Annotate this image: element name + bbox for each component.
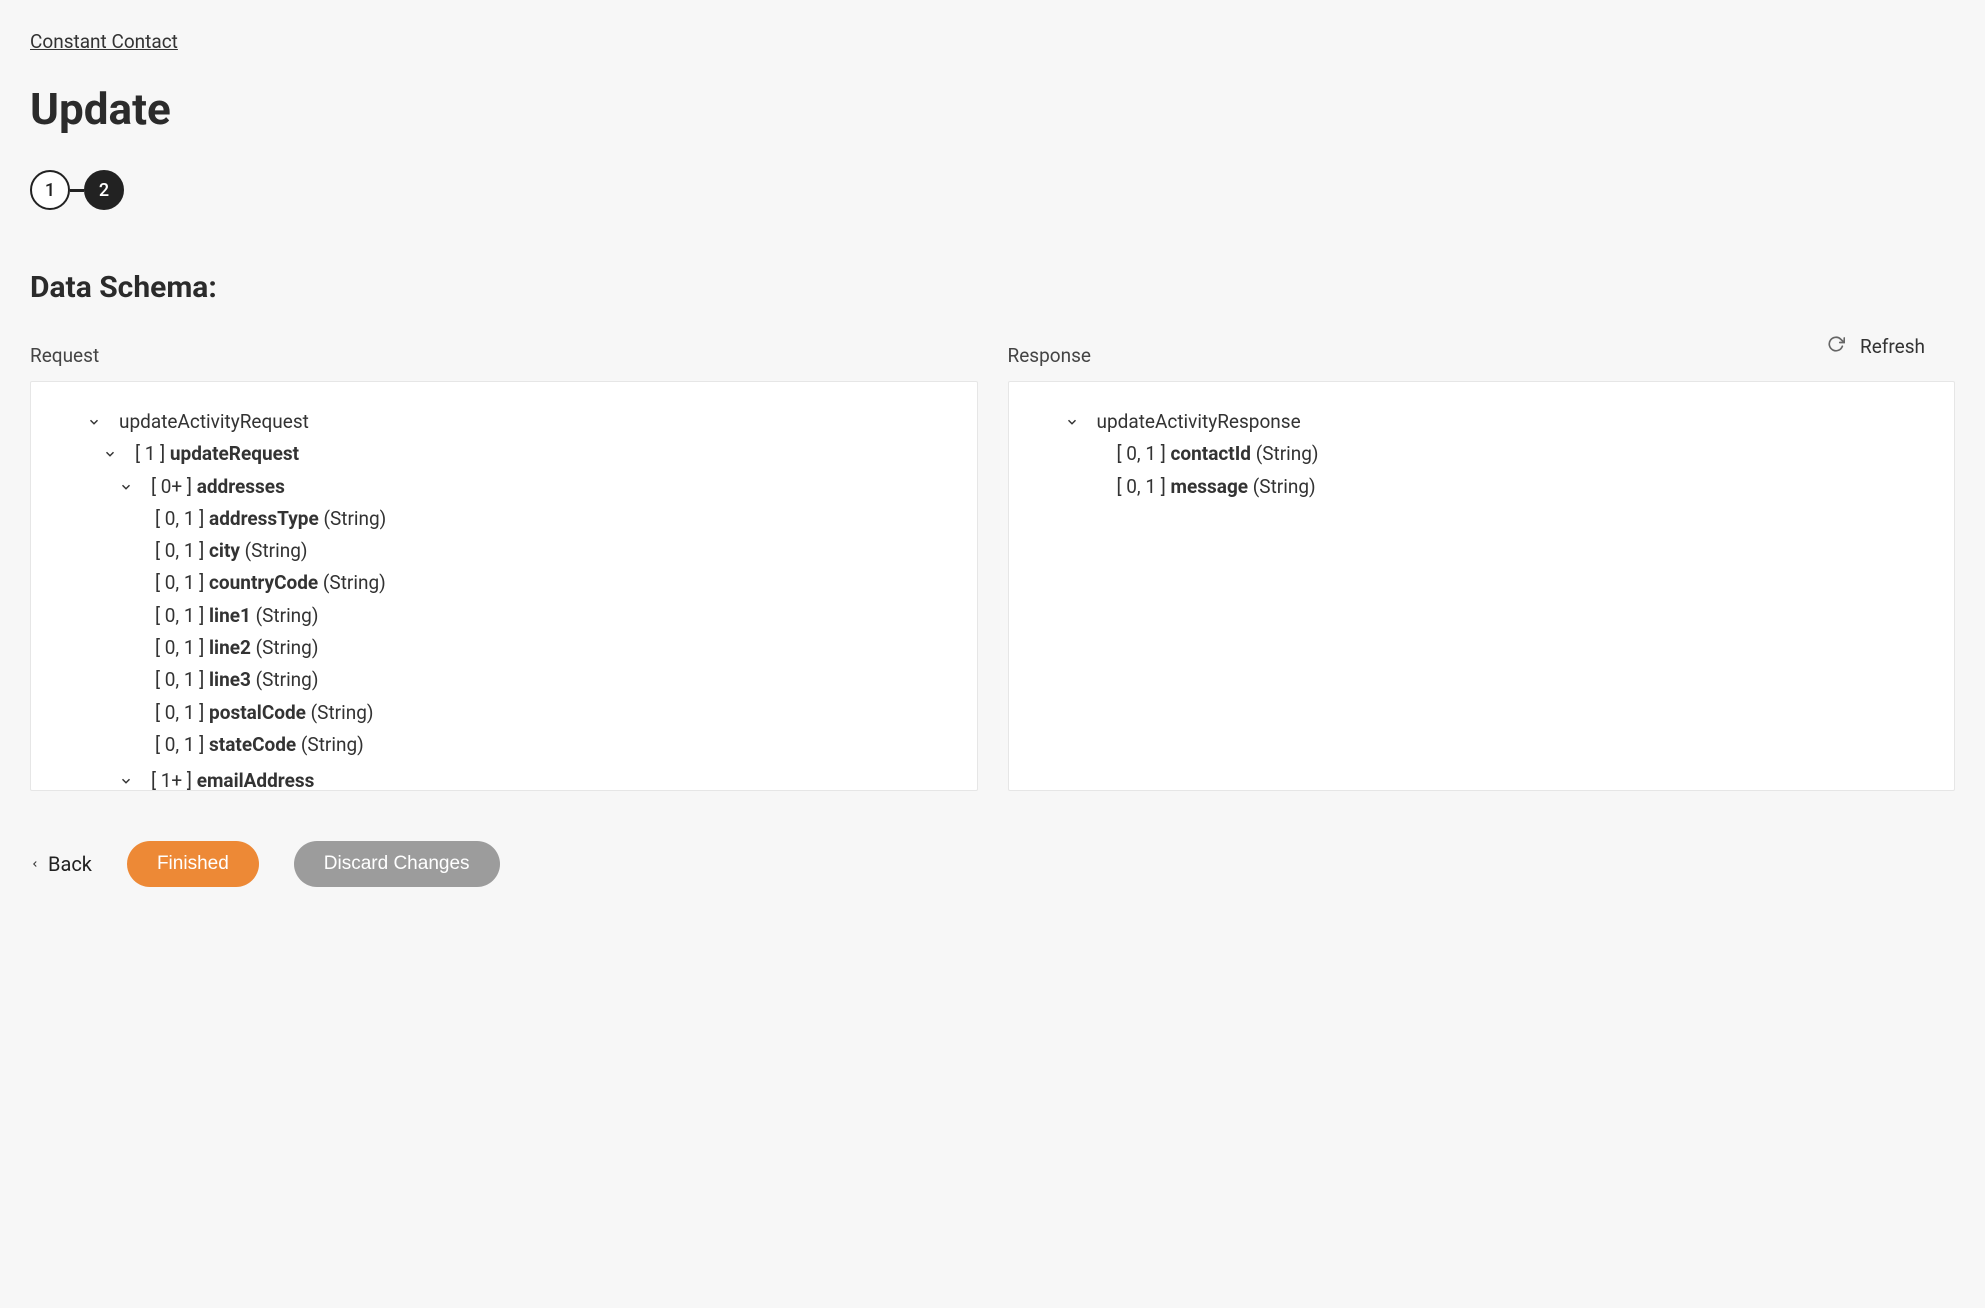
leaf-name: addressType: [209, 507, 319, 530]
tree-node-name: updateRequest: [170, 442, 299, 465]
chevron-down-icon[interactable]: [1065, 415, 1079, 429]
leaf-name: stateCode: [209, 733, 296, 756]
leaf-type: (String): [1253, 475, 1316, 498]
request-label: Request: [30, 344, 978, 367]
back-label: Back: [48, 852, 92, 876]
chevron-down-icon[interactable]: [119, 480, 133, 494]
leaf-name: contactId: [1171, 442, 1251, 465]
tree-leaf[interactable]: [ 0, 1 ] postalCode (String): [51, 697, 957, 729]
tree-leaf[interactable]: [ 0, 1 ] line3 (String): [51, 664, 957, 696]
leaf-cardinality: [ 0, 1 ]: [155, 636, 204, 659]
discard-button[interactable]: Discard Changes: [294, 841, 500, 887]
page-title: Update: [30, 83, 1955, 135]
leaf-type: (String): [323, 571, 386, 594]
tree-node-label: updateActivityResponse: [1097, 406, 1301, 438]
tree-node-updaterequest[interactable]: [ 1 ] updateRequest: [51, 438, 957, 470]
leaf-name: message: [1171, 475, 1249, 498]
tree-node-label: updateActivityRequest: [119, 406, 309, 438]
leaf-name: city: [209, 539, 240, 562]
tree-leaf[interactable]: [ 0, 1 ] line2 (String): [51, 632, 957, 664]
leaf-cardinality: [ 0, 1 ]: [155, 668, 204, 691]
step-1[interactable]: 1: [30, 170, 70, 210]
tree-node-name: emailAddress: [197, 769, 315, 791]
leaf-cardinality: [ 0, 1 ]: [155, 604, 204, 627]
leaf-cardinality: [ 0, 1 ]: [1117, 475, 1166, 498]
step-2[interactable]: 2: [84, 170, 124, 210]
stepper: 1 2: [30, 170, 1955, 210]
leaf-cardinality: [ 0, 1 ]: [155, 507, 204, 530]
tree-node-partial[interactable]: [ 1+ ] emailAddress: [51, 765, 957, 791]
leaf-name: countryCode: [209, 571, 318, 594]
chevron-down-icon[interactable]: [119, 774, 133, 788]
tree-leaf[interactable]: [ 0, 1 ] city (String): [51, 535, 957, 567]
leaf-name: line1: [209, 604, 251, 627]
leaf-type: (String): [256, 668, 319, 691]
leaf-type: (String): [311, 701, 374, 724]
chevron-left-icon: [30, 852, 40, 876]
tree-leaf[interactable]: [ 0, 1 ] message (String): [1029, 471, 1935, 503]
tree-node-name: addresses: [197, 475, 285, 498]
chevron-down-icon[interactable]: [87, 415, 101, 429]
finished-button[interactable]: Finished: [127, 841, 259, 887]
tree-leaf[interactable]: [ 0, 1 ] stateCode (String): [51, 729, 957, 761]
request-panel: updateActivityRequest [ 1 ] updateReques…: [30, 381, 978, 791]
breadcrumb-link[interactable]: Constant Contact: [30, 30, 178, 53]
tree-leaf[interactable]: [ 0, 1 ] contactId (String): [1029, 438, 1935, 470]
leaf-cardinality: [ 0, 1 ]: [1117, 442, 1166, 465]
response-column: Response updateActivityResponse [ 0, 1 ]…: [1008, 344, 1956, 791]
tree-leaf[interactable]: [ 0, 1 ] countryCode (String): [51, 567, 957, 599]
leaf-type: (String): [323, 507, 386, 530]
tree-node-cardinality: [ 1+ ]: [151, 769, 192, 791]
response-panel: updateActivityResponse [ 0, 1 ] contactI…: [1008, 381, 1956, 791]
tree-node-cardinality: [ 1 ]: [135, 442, 165, 465]
tree-node-cardinality: [ 0+ ]: [151, 475, 192, 498]
section-title: Data Schema:: [30, 270, 1955, 305]
leaf-name: line2: [209, 636, 251, 659]
back-button[interactable]: Back: [30, 852, 92, 876]
leaf-type: (String): [256, 604, 319, 627]
leaf-name: postalCode: [209, 701, 306, 724]
leaf-type: (String): [256, 636, 319, 659]
leaf-cardinality: [ 0, 1 ]: [155, 539, 204, 562]
leaf-cardinality: [ 0, 1 ]: [155, 571, 204, 594]
leaf-type: (String): [1256, 442, 1319, 465]
tree-leaf[interactable]: [ 0, 1 ] addressType (String): [51, 503, 957, 535]
leaf-cardinality: [ 0, 1 ]: [155, 733, 204, 756]
response-label: Response: [1008, 344, 1956, 367]
leaf-cardinality: [ 0, 1 ]: [155, 701, 204, 724]
chevron-down-icon[interactable]: [103, 447, 117, 461]
leaf-name: line3: [209, 668, 251, 691]
step-connector: [70, 189, 84, 192]
leaf-type: (String): [245, 539, 308, 562]
tree-node-root[interactable]: updateActivityResponse: [1029, 406, 1935, 438]
tree-leaf[interactable]: [ 0, 1 ] line1 (String): [51, 600, 957, 632]
tree-node-root[interactable]: updateActivityRequest: [51, 406, 957, 438]
request-column: Request updateActivityRequest [ 1 ]: [30, 344, 978, 791]
tree-node-addresses[interactable]: [ 0+ ] addresses: [51, 471, 957, 503]
leaf-type: (String): [301, 733, 364, 756]
